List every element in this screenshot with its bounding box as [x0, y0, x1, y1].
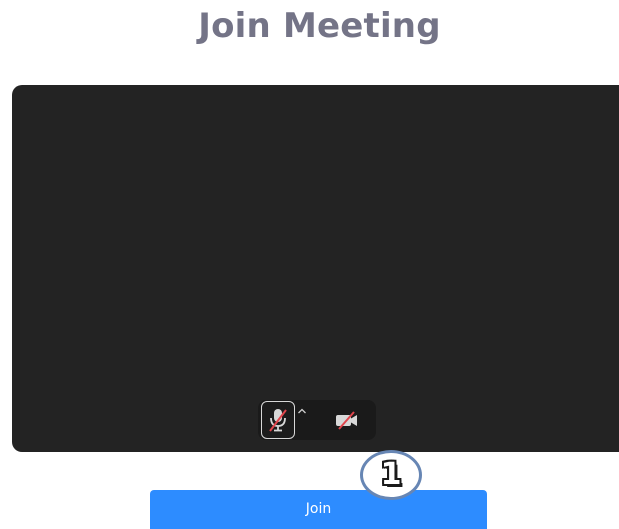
step-marker-number: 1	[380, 457, 402, 492]
mic-muted-icon	[269, 409, 287, 432]
video-preview	[12, 85, 619, 452]
camera-off-icon	[336, 411, 357, 430]
page-title: Join Meeting	[198, 6, 441, 46]
join-meeting-page: Join Meeting Join 1	[0, 0, 619, 529]
step-marker-badge: 1	[360, 450, 422, 500]
join-button[interactable]: Join	[150, 490, 487, 529]
stop-video-button[interactable]	[330, 404, 364, 436]
mute-microphone-button[interactable]	[261, 401, 295, 439]
caret-up-icon	[298, 408, 306, 414]
audio-options-button[interactable]	[296, 404, 308, 418]
